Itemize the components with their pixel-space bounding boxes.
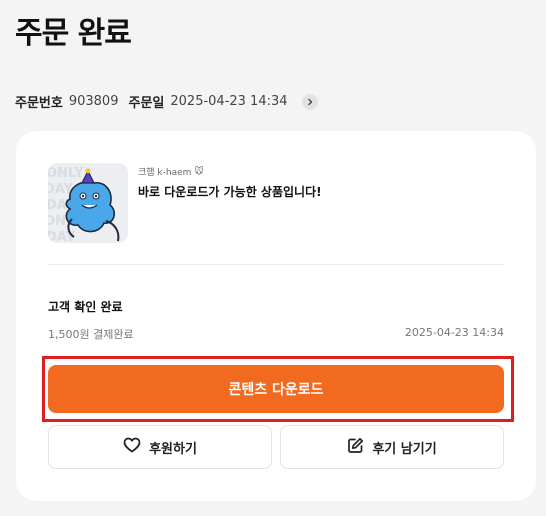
svg-text:DAY: DAY xyxy=(48,230,76,243)
heart-icon xyxy=(123,437,141,457)
creator-name[interactable]: 크햄 k-haem 🐭 xyxy=(138,165,204,179)
order-number-value: 903809 xyxy=(68,94,119,109)
order-date-value: 2025-04-23 14:34 xyxy=(170,94,288,109)
pencil-edit-icon xyxy=(347,437,364,458)
payment-info: 1,500원 결제완료 xyxy=(48,328,134,341)
product-name[interactable]: 바로 다운로드가 가능한 상품입니다! xyxy=(138,183,322,200)
page-title: 주문 완료 xyxy=(15,16,132,51)
support-button[interactable]: 후원하기 xyxy=(48,425,272,469)
chevron-right-icon[interactable] xyxy=(301,93,318,110)
order-complete-page: 주문 완료 주문번호 903809 주문일 2025-04-23 14:34 O… xyxy=(0,0,546,516)
mouse-icon: 🐭 xyxy=(194,166,204,177)
purchase-status: 고객 확인 완료 xyxy=(48,300,123,314)
payment-date: 2025-04-23 14:34 xyxy=(404,326,504,339)
write-review-button[interactable]: 후기 남기기 xyxy=(280,425,504,469)
order-date-label: 주문일 xyxy=(128,96,165,111)
product-thumbnail[interactable]: ONLY DAY DAY ONLY DAY xyxy=(48,163,128,243)
support-button-label: 후원하기 xyxy=(149,441,197,457)
write-review-button-label: 후기 남기기 xyxy=(372,441,437,457)
order-meta: 주문번호 903809 주문일 2025-04-23 14:34 xyxy=(15,92,318,111)
creator-label: 크햄 k-haem xyxy=(138,168,192,178)
content-download-button[interactable]: 콘텐츠 다운로드 xyxy=(48,365,504,413)
order-number-label: 주문번호 xyxy=(15,96,63,111)
svg-text:ONLY: ONLY xyxy=(48,166,84,181)
divider xyxy=(48,264,504,265)
